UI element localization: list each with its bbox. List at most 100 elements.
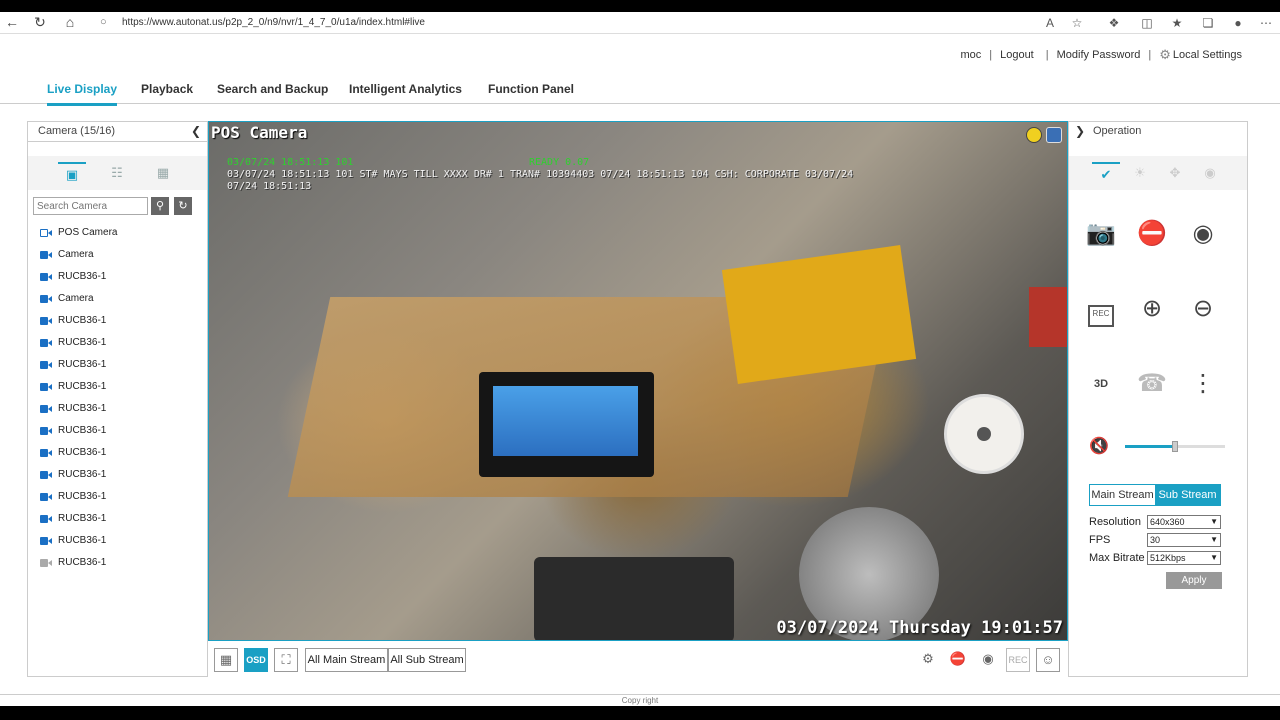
scene-paper-roll [944,394,1024,474]
camera-list-item[interactable]: RUCB36-1 [40,266,205,288]
pos-osd-line: 03/07/24 18:51:13 101 ST# MAYS TILL XXXX… [227,169,854,180]
camera-list-item[interactable]: RUCB36-1 [40,464,205,486]
close-preview-icon[interactable]: ⛔ [1134,217,1170,253]
record-all-button[interactable]: REC [1006,648,1030,672]
menu-live-display[interactable]: Live Display [47,82,118,106]
stretch-icon[interactable]: ⋮ [1185,367,1221,403]
pos-camera-icon [40,229,52,237]
snapshot-camera-icon[interactable]: 📷 [1083,217,1119,253]
chevron-down-icon: ▼ [1210,553,1218,562]
camera-list-item[interactable]: Camera [40,244,205,266]
start-all-icon[interactable]: ◉ [976,648,1000,672]
nvr-page: moc | Logout | Modify Password | ⚙ Local… [0,34,1280,706]
camera-name: POS Camera [58,227,118,238]
volume-slider[interactable] [1125,441,1225,452]
read-aloud-icon[interactable]: A [1042,16,1058,30]
camera-list-item[interactable]: RUCB36-1 [40,530,205,552]
bitrate-field: Max Bitrate 512Kbps ▼ [1089,551,1229,567]
camera-list-tab-icon[interactable]: ▣ [58,162,86,186]
camera-list-item[interactable]: RUCB36-1 [40,376,205,398]
bitrate-select[interactable]: 512Kbps ▼ [1147,551,1221,565]
camera-list-item[interactable]: Camera [40,288,205,310]
more-menu-icon[interactable]: ⋯ [1258,16,1274,30]
bitrate-label: Max Bitrate [1089,552,1145,564]
volume-knob[interactable] [1172,441,1178,452]
camera-list-item[interactable]: RUCB36-1 [40,508,205,530]
camera-list-item[interactable]: RUCB36-1 [40,420,205,442]
volume-fill [1125,445,1175,448]
close-all-preview-icon[interactable]: ⛔ [946,648,970,672]
snapshot-all-icon[interactable]: ⚙ [916,648,940,672]
osd-toggle-button[interactable]: OSD [244,648,268,672]
username: moc [960,49,982,61]
view-tab-icon[interactable]: ◉ [1196,162,1224,186]
all-sub-stream-button[interactable]: All Sub Stream [388,648,466,672]
camera-list-item[interactable]: RUCB36-1 [40,552,205,574]
manual-record-button[interactable]: REC [1083,292,1119,328]
zoom-in-icon[interactable]: ⊕ [1134,292,1170,328]
home-icon[interactable]: ⌂ [62,14,78,30]
camera-list-item[interactable]: RUCB36-1 [40,398,205,420]
bottom-letterbox [0,706,1280,720]
logout-link[interactable]: Logout [1000,49,1034,61]
reload-icon[interactable]: ↻ [32,14,48,30]
menu-search-and-backup[interactable]: Search and Backup [217,82,328,103]
screen-layout-icon[interactable]: ▦ [214,648,238,672]
camera-list-item[interactable]: POS Camera [40,222,205,244]
camera-name: RUCB36-1 [58,315,107,326]
browser-toolbar: ← ↻ ⌂ ○ https://www.autonat.us/p2p_2_0/n… [0,12,1280,34]
camera-icon [40,537,52,545]
start-preview-icon[interactable]: ◉ [1185,217,1221,253]
scene-yellow-tray [721,245,917,384]
local-settings-link[interactable]: Local Settings [1173,49,1242,61]
camera-list-item[interactable]: RUCB36-1 [40,332,205,354]
user-bar: moc | Logout | Modify Password | ⚙ Local… [960,47,1242,63]
collections-icon[interactable]: ❏ [1200,16,1216,30]
camera-icon [40,361,52,369]
ptz-tab-icon[interactable]: ✥ [1161,162,1189,186]
main-menu: Live Display Playback Search and Backup … [0,74,1280,106]
menu-intelligent-analytics[interactable]: Intelligent Analytics [349,82,462,103]
operation-tab-icon[interactable]: ✔ [1092,162,1120,186]
menu-function-panel[interactable]: Function Panel [488,82,574,103]
camera-list-item[interactable]: RUCB36-1 [40,486,205,508]
favorite-star-icon[interactable]: ☆ [1069,16,1085,30]
extensions-icon[interactable]: ❖ [1106,16,1122,30]
video-toolbar: ▦ OSD ⛶ All Main Stream All Sub Stream ⚙… [208,641,1068,677]
zoom-out-icon[interactable]: ⊖ [1185,292,1221,328]
refresh-icon[interactable]: ↻ [174,197,192,215]
fps-select[interactable]: 30 ▼ [1147,533,1221,547]
expand-right-icon[interactable]: ❯ [1075,124,1085,138]
device-tree-tab-icon[interactable]: ☷ [103,162,131,186]
search-icon[interactable]: ⚲ [151,197,169,215]
modify-password-link[interactable]: Modify Password [1057,49,1141,61]
all-main-stream-button[interactable]: All Main Stream [305,648,388,672]
collapse-left-icon[interactable]: ❮ [191,124,201,138]
menu-playback[interactable]: Playback [141,82,193,103]
camera-list-item[interactable]: RUCB36-1 [40,354,205,376]
camera-name: RUCB36-1 [58,403,107,414]
mute-speaker-icon[interactable]: 🔇 [1089,436,1109,456]
operation-panel-header: ❯ Operation [1069,122,1247,142]
camera-list-item[interactable]: RUCB36-1 [40,442,205,464]
favorites-icon[interactable]: ★ [1169,16,1185,30]
fullscreen-icon[interactable]: ⛶ [274,648,298,672]
image-tab-icon[interactable]: ☀ [1126,162,1154,186]
apply-button[interactable]: Apply [1166,572,1222,589]
search-camera-input[interactable] [33,197,148,215]
profile-icon[interactable]: ● [1230,16,1246,30]
split-screen-icon[interactable]: ◫ [1139,16,1155,30]
live-video-view[interactable]: POS Camera 03/07/24 18:51:13 101 READY 0… [208,121,1068,641]
layout-tab-icon[interactable]: ▦ [149,162,177,186]
sub-stream-tab[interactable]: Sub Stream [1155,485,1220,505]
camera-list-item[interactable]: RUCB36-1 [40,310,205,332]
3d-zoom-button[interactable]: 3D [1083,367,1119,403]
back-icon[interactable]: ← [4,14,20,30]
resolution-select[interactable]: 640x360 ▼ [1147,515,1221,529]
main-stream-tab[interactable]: Main Stream [1090,485,1155,505]
talk-icon[interactable]: ☺ [1036,648,1060,672]
gear-icon[interactable]: ⚙ [1159,47,1171,63]
microphone-icon: ☎ [1137,370,1167,397]
address-bar[interactable]: ○ https://www.autonat.us/p2p_2_0/n9/nvr/… [92,13,1092,33]
resolution-field: Resolution 640x360 ▼ [1089,515,1229,531]
